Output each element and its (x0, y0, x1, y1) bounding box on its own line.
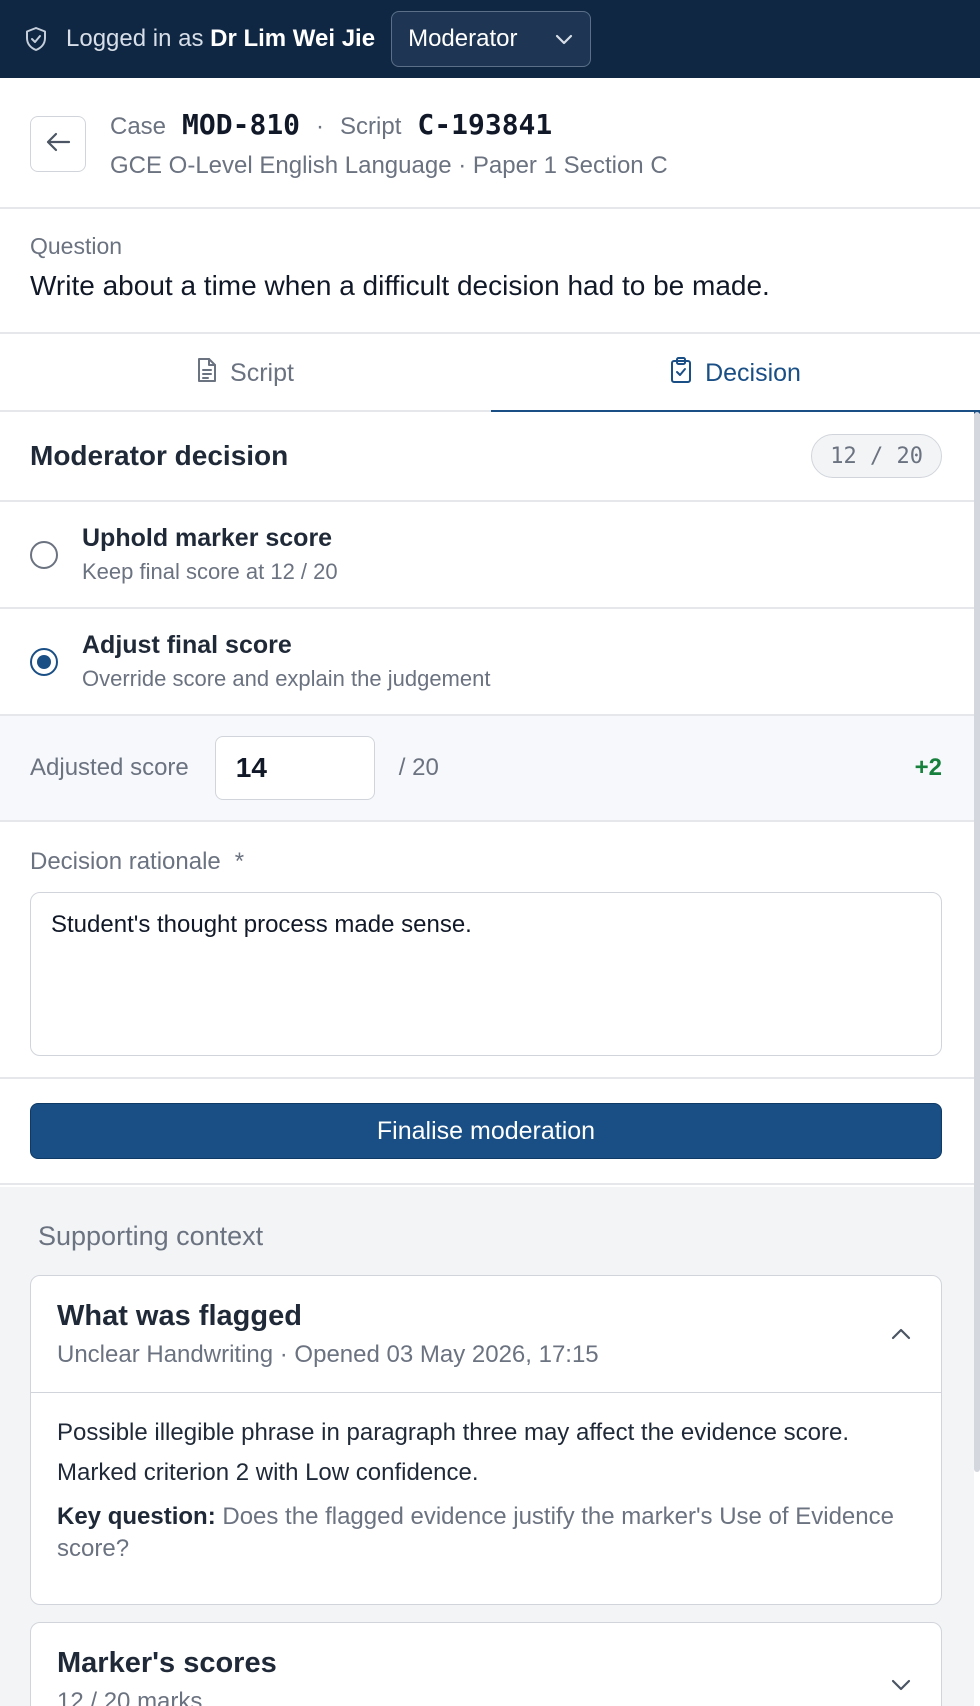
question-text: Write about a time when a difficult deci… (30, 270, 770, 301)
arrow-left-icon (45, 131, 71, 158)
option-uphold-score[interactable]: Uphold marker score Keep final score at … (0, 502, 974, 609)
document-icon (196, 357, 218, 390)
chevron-down-icon[interactable] (887, 1671, 915, 1699)
option-title: Adjust final score (82, 631, 292, 659)
question-section: Question Write about a time when a diffi… (0, 209, 980, 334)
view-tabs: Script Decision (0, 334, 980, 414)
flagged-card-header[interactable]: What was flagged Unclear Handwriting · O… (31, 1276, 941, 1392)
finalise-moderation-button[interactable]: Finalise moderation (30, 1103, 942, 1159)
logged-in-text: Logged in as Dr Lim Wei Jie (66, 25, 376, 52)
key-question-label: Key question: (57, 1503, 216, 1530)
rationale-section: Decision rationale * Student's thought pr… (0, 822, 974, 1079)
flagged-subtitle: Unclear Handwriting · Opened 03 May 2026… (57, 1341, 599, 1368)
required-marker: * (234, 848, 245, 875)
tab-decision-label: Decision (705, 358, 801, 387)
supporting-context: Supporting context What was flagged Uncl… (0, 1187, 974, 1706)
flagged-confidence: Marked criterion 2 with Low confidence. (57, 1459, 479, 1486)
decision-panel: Moderator decision 12 / 20 Uphold marker… (0, 412, 974, 1187)
key-question: Key question: Does the flagged evidence … (57, 1501, 915, 1565)
marker-scores-header[interactable]: Marker's scores 12 / 20 marks (31, 1623, 941, 1706)
flagged-card-body: Possible illegible phrase in paragraph t… (31, 1392, 941, 1565)
option-subtitle: Override score and explain the judgement (82, 666, 491, 691)
case-id: MOD-810 (182, 108, 301, 141)
exam-paper-subtitle: GCE O-Level English Language · Paper 1 S… (110, 152, 668, 179)
supporting-context-heading: Supporting context (38, 1221, 264, 1251)
chevron-down-icon (554, 25, 574, 53)
tab-script-label: Script (230, 358, 294, 387)
score-delta: +2 (914, 754, 942, 781)
case-header: Case MOD-810 · Script C-193841 GCE O-Lev… (0, 78, 980, 209)
panel-scrollbar[interactable] (974, 412, 980, 1472)
current-score-badge: 12 / 20 (811, 434, 942, 478)
adjust-radio[interactable] (30, 647, 58, 676)
flagged-description: Possible illegible phrase in paragraph t… (57, 1419, 850, 1446)
rationale-textarea[interactable]: Student's thought process made sense. (30, 892, 942, 1056)
chevron-up-icon[interactable] (887, 1320, 915, 1348)
decision-header: Moderator decision 12 / 20 (0, 412, 974, 502)
option-title: Uphold marker score (82, 524, 333, 552)
user-name: Dr Lim Wei Jie (210, 25, 376, 52)
flagged-card: What was flagged Unclear Handwriting · O… (30, 1275, 942, 1605)
finalise-section: Finalise moderation (0, 1079, 974, 1185)
marker-scores-subtitle: 12 / 20 marks (57, 1688, 203, 1706)
option-adjust-score[interactable]: Adjust final score Override score and ex… (0, 609, 974, 716)
tab-script[interactable]: Script (0, 334, 490, 412)
question-label: Question (30, 233, 123, 259)
adjusted-score-row: Adjusted score 14 / 20 +2 (0, 716, 974, 822)
marker-scores-title: Marker's scores (57, 1647, 277, 1679)
script-id: C-193841 (417, 108, 553, 141)
adjusted-score-input[interactable]: 14 (214, 736, 375, 800)
marker-scores-card: Marker's scores 12 / 20 marks (30, 1622, 942, 1706)
flagged-title: What was flagged (57, 1300, 302, 1332)
decision-title: Moderator decision (30, 440, 289, 471)
uphold-radio[interactable] (30, 540, 58, 569)
option-subtitle: Keep final score at 12 / 20 (82, 559, 338, 584)
role-select[interactable]: Moderator (391, 11, 592, 67)
separator-dot: · (316, 113, 325, 140)
adjusted-score-max: / 20 (398, 754, 439, 781)
shield-check-icon (22, 25, 50, 53)
case-label: Case (110, 113, 167, 140)
rationale-label: Decision rationale * (30, 848, 245, 875)
adjusted-score-label: Adjusted score (30, 754, 189, 781)
case-identifiers: Case MOD-810 · Script C-193841 (110, 108, 552, 141)
role-select-value: Moderator (408, 25, 518, 52)
top-bar: Logged in as Dr Lim Wei Jie Moderator (0, 0, 980, 78)
clipboard-check-icon (669, 356, 693, 391)
tab-decision[interactable]: Decision (490, 334, 980, 414)
back-button[interactable] (30, 116, 86, 172)
script-label: Script (340, 113, 402, 140)
